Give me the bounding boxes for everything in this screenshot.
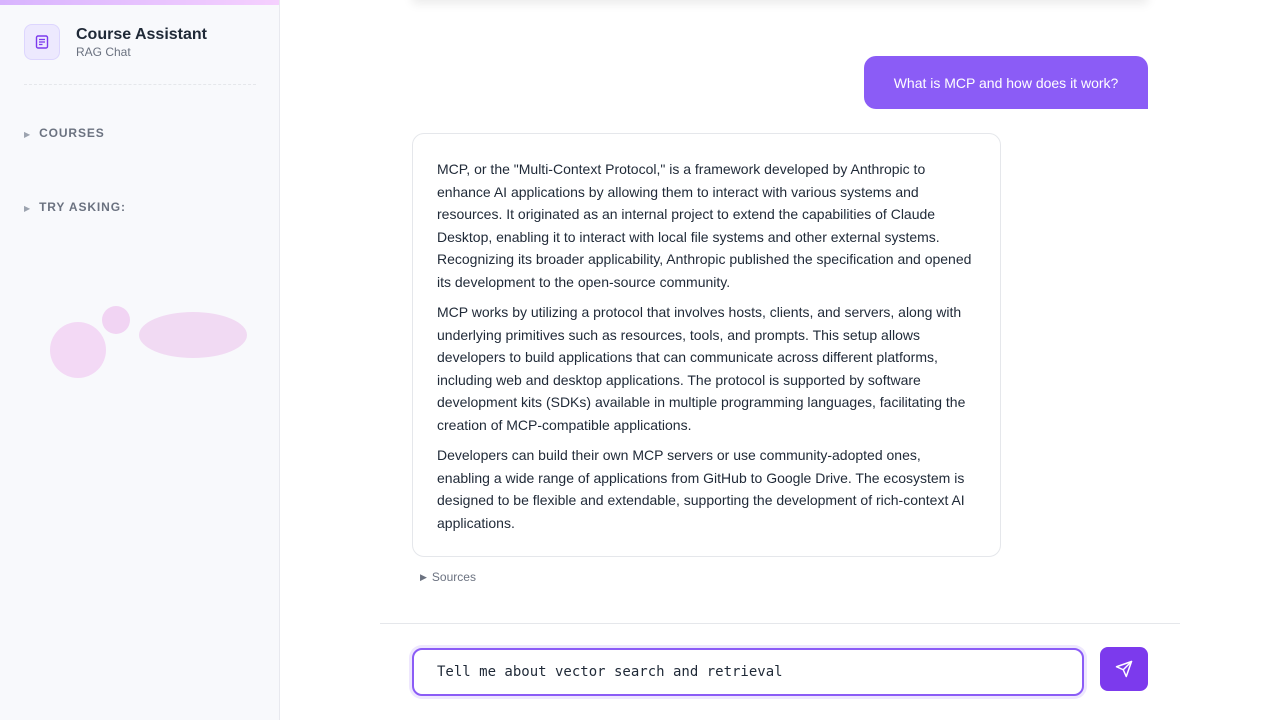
user-message-text: What is MCP and how does it work? (893, 74, 1119, 91)
brand: Course Assistant RAG Chat (24, 24, 207, 60)
input-divider (380, 623, 1180, 624)
courses-section-toggle[interactable]: ▶ Courses (24, 126, 105, 140)
user-message: What is MCP and how does it work? (864, 56, 1148, 109)
assistant-paragraph: MCP works by utilizing a protocol that i… (437, 304, 966, 433)
assistant-message: MCP, or the "Multi-Context Protocol," is… (412, 133, 1001, 557)
assistant-paragraph: MCP, or the "Multi-Context Protocol," is… (437, 161, 972, 290)
send-button[interactable] (1100, 647, 1148, 691)
decorative-blob (50, 322, 106, 378)
app-title: Course Assistant (76, 26, 207, 43)
triangle-right-icon: ▶ (24, 129, 32, 139)
chat-area: What is MCP and how does it work? MCP, o… (280, 0, 1280, 720)
assistant-paragraph: Developers can build their own MCP serve… (437, 447, 965, 531)
sidebar-accent-bar (0, 0, 279, 5)
sources-label: Sources (431, 570, 476, 584)
chat-input[interactable] (412, 648, 1084, 696)
document-icon (24, 24, 60, 60)
decorative-blob (102, 306, 130, 334)
triangle-right-icon: ▶ (420, 571, 427, 582)
sources-toggle[interactable]: ▶ Sources (420, 570, 476, 584)
app-subtitle: RAG Chat (76, 45, 131, 59)
courses-section-label: Courses (39, 126, 105, 140)
send-icon (1115, 660, 1133, 678)
sidebar-divider (24, 84, 256, 85)
decorative-blob (139, 312, 247, 358)
try-asking-section-label: Try asking: (39, 200, 126, 214)
triangle-right-icon: ▶ (24, 203, 32, 213)
sidebar: Course Assistant RAG Chat ▶ Courses ▶ Tr… (0, 0, 280, 720)
try-asking-section-toggle[interactable]: ▶ Try asking: (24, 200, 126, 214)
